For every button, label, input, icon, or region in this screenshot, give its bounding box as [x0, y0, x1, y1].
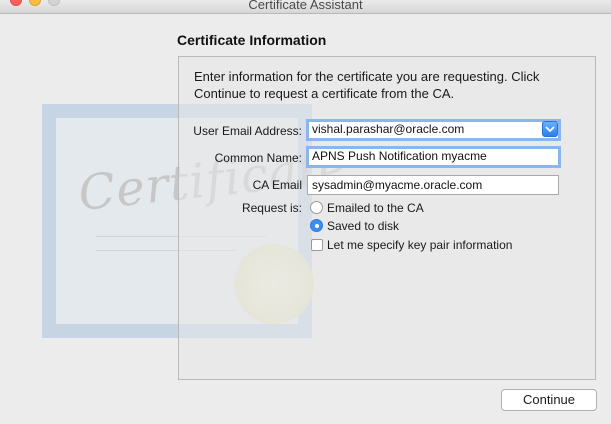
ca-email-input[interactable]: sysadmin@myacme.oracle.com	[307, 175, 559, 195]
section-heading: Certificate Information	[177, 32, 327, 48]
user-email-combo[interactable]: vishal.parashar@oracle.com	[306, 119, 561, 141]
title-bar: Certificate Assistant	[0, 0, 611, 14]
key-pair-checkbox[interactable]	[311, 239, 323, 251]
request-is-label: Request is:	[241, 201, 302, 215]
common-name-value: APNS Push Notification myacme	[312, 149, 487, 163]
window-title: Certificate Assistant	[248, 0, 363, 12]
chevron-down-icon	[545, 126, 555, 132]
continue-button[interactable]: Continue	[501, 389, 597, 411]
ca-email-value: sysadmin@myacme.oracle.com	[312, 178, 483, 192]
user-email-label: User Email Address:	[193, 124, 302, 138]
common-name-label: Common Name:	[214, 151, 302, 165]
common-name-input[interactable]: APNS Push Notification myacme	[306, 146, 561, 168]
intro-text: Enter information for the certificate yo…	[194, 69, 540, 101]
radio-emailed-label[interactable]: Emailed to the CA	[327, 201, 424, 215]
radio-saved-label[interactable]: Saved to disk	[327, 219, 399, 233]
user-email-dropdown-button[interactable]	[542, 121, 558, 137]
form-panel	[178, 56, 596, 380]
key-pair-label[interactable]: Let me specify key pair information	[327, 238, 512, 252]
radio-saved-to-disk[interactable]	[310, 219, 323, 232]
radio-emailed-to-ca[interactable]	[310, 201, 323, 214]
user-email-value: vishal.parashar@oracle.com	[312, 122, 465, 136]
ca-email-label: CA Email	[252, 178, 302, 192]
